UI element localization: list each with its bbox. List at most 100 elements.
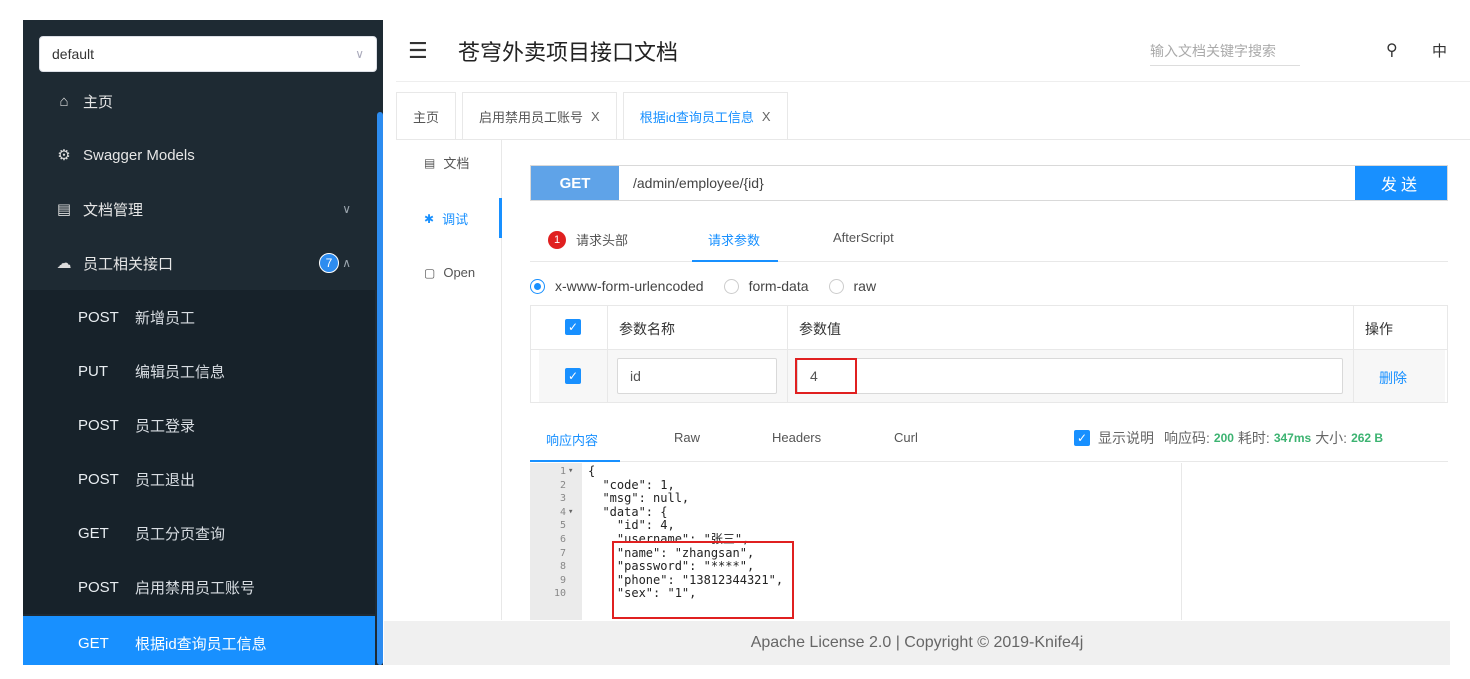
line-number: 6	[559, 534, 566, 545]
endpoint-item[interactable]: POST 员工退出	[23, 452, 375, 506]
send-button[interactable]: 发送	[1355, 166, 1447, 200]
document-icon: ▤	[424, 155, 436, 170]
row-checkbox[interactable]: ✓	[565, 368, 581, 384]
line-number: 3	[559, 493, 566, 505]
sidebar-item-employee-group[interactable]: ☁ 员工相关接口 7 ∧	[23, 236, 375, 290]
select-all-checkbox[interactable]: ✓	[565, 319, 581, 335]
tab-label: 根据id查询员工信息	[639, 110, 754, 125]
size-label: 大小:	[1315, 430, 1348, 446]
tab-label: 请求头部	[576, 233, 629, 248]
http-method: GET	[531, 166, 619, 200]
code-text: "msg": null,	[588, 491, 690, 506]
response-info: ✓ 显示说明 响应码: 200 耗时: 347ms 大小: 262 B	[1074, 428, 1387, 448]
active-indicator	[499, 198, 502, 238]
mode-label: 文档	[443, 156, 470, 171]
mode-debug[interactable]: ✱ 调试	[424, 209, 468, 228]
tab-query-employee[interactable]: 根据id查询员工信息 X	[622, 92, 788, 140]
group-select-value: default	[52, 46, 95, 62]
mode-label: Open	[443, 265, 476, 280]
radio-raw[interactable]	[828, 278, 844, 294]
code-line: 2 "code": 1,	[530, 477, 1181, 492]
status-code: 200	[1213, 431, 1234, 445]
tab-headers[interactable]: Headers	[772, 430, 821, 445]
header: ☰ 苍穹外卖项目接口文档 输入文档关键字搜索 ⚲ 中	[396, 20, 1470, 82]
tab-divider	[396, 139, 1470, 140]
search-input[interactable]: 输入文档关键字搜索	[1150, 36, 1300, 66]
mode-doc[interactable]: ▤ 文档	[424, 153, 469, 172]
cloud-icon: ☁	[56, 255, 72, 272]
mode-open[interactable]: ▢ Open	[424, 265, 475, 280]
code-label: 响应码:	[1164, 430, 1210, 446]
sidebar-item-label: Swagger Models	[83, 146, 195, 164]
tab-curl[interactable]: Curl	[894, 430, 918, 445]
tab-toggle-account[interactable]: 启用禁用员工账号 X	[462, 92, 617, 140]
method-label: PUT	[78, 362, 108, 380]
endpoint-label: 根据id查询员工信息	[135, 635, 267, 653]
footer: Apache License 2.0 | Copyright © 2019-Kn…	[384, 621, 1450, 665]
tab-bar: 主页 启用禁用员工账号 X 根据id查询员工信息 X	[396, 92, 794, 140]
line-number: 4	[559, 506, 566, 518]
response-editor[interactable]: 1 ▾{2 "code": 1, 3 "msg": null, 4 ▾ "data": …	[530, 463, 1182, 620]
sidebar-item-label: 员工相关接口	[83, 255, 174, 273]
tab-label: AfterScript	[833, 230, 894, 245]
endpoint-item[interactable]: POST 新增员工	[23, 290, 375, 344]
code-text: "code": 1,	[588, 477, 675, 492]
show-desc-label: 显示说明	[1098, 430, 1154, 446]
active-tab-underline	[692, 260, 778, 262]
doc-mode-nav: ▤ 文档 ✱ 调试 ▢ Open	[384, 140, 502, 620]
radio-form-data[interactable]	[723, 278, 739, 294]
endpoint-item[interactable]: GET 员工分页查询	[23, 506, 375, 560]
line-number: 7	[559, 547, 566, 559]
line-number: 5	[559, 520, 566, 532]
sidebar-item-home[interactable]: ⌂ 主页	[23, 74, 375, 128]
sidebar-scrollbar[interactable]	[377, 112, 383, 665]
highlight-box	[795, 358, 857, 394]
content-type-group: x-www-form-urlencoded form-data raw	[530, 276, 896, 296]
endpoint-item-active[interactable]: GET 根据id查询员工信息	[23, 616, 375, 665]
method-label: POST	[78, 578, 119, 596]
radio-label: x-www-form-urlencoded	[555, 278, 704, 294]
radio-urlencoded[interactable]	[530, 278, 545, 294]
tab-label: 请求参数	[708, 233, 761, 248]
method-label: GET	[78, 634, 109, 652]
endpoint-label: 员工退出	[135, 471, 196, 489]
fold-toggle-icon[interactable]: ▾	[568, 506, 573, 519]
line-number: 2	[559, 479, 566, 491]
line-number: 1	[559, 466, 566, 477]
param-name-input[interactable]: id	[617, 358, 777, 394]
endpoint-item[interactable]: POST 启用禁用员工账号	[23, 560, 375, 614]
response-size: 262 B	[1351, 431, 1384, 445]
tab-request-headers[interactable]: 1 请求头部	[548, 230, 628, 249]
param-table: ✓ 参数名称 参数值 操作 ✓ id 4 删除	[530, 305, 1448, 403]
column-divider	[607, 306, 608, 402]
code-line: 5 "id": 4,	[530, 519, 1181, 532]
response-time: 347ms	[1273, 431, 1312, 445]
tab-response-content[interactable]: 响应内容	[546, 430, 598, 449]
endpoint-label: 员工分页查询	[135, 525, 226, 543]
sidebar-item-label: 文档管理	[83, 201, 144, 219]
close-icon[interactable]: X	[591, 109, 600, 124]
delete-link[interactable]: 删除	[1379, 368, 1407, 388]
tab-home[interactable]: 主页	[396, 92, 457, 140]
url-input[interactable]: /admin/employee/{id}	[619, 166, 1355, 200]
mode-label: 调试	[442, 212, 469, 227]
code-line: 4 ▾ "data": {	[530, 505, 1181, 519]
chevron-down-icon: ∨	[355, 47, 364, 61]
close-icon[interactable]: X	[762, 109, 771, 124]
search-icon[interactable]: ⚲	[1386, 40, 1398, 60]
sidebar-item-swagger-models[interactable]: ⚙ Swagger Models	[23, 128, 375, 182]
param-value-input[interactable]: 4	[797, 358, 1343, 394]
tab-request-params[interactable]: 请求参数	[708, 230, 760, 249]
show-desc-checkbox[interactable]: ✓	[1074, 430, 1090, 446]
group-select[interactable]: default ∨	[39, 36, 377, 72]
tab-raw[interactable]: Raw	[674, 430, 700, 445]
code-text: {	[588, 464, 596, 478]
request-bar: GET /admin/employee/{id} 发送	[530, 165, 1448, 201]
endpoint-item[interactable]: POST 员工登录	[23, 398, 375, 452]
sidebar-item-doc-manage[interactable]: ▤ 文档管理 ∨	[23, 182, 375, 236]
menu-toggle-icon[interactable]: ☰	[408, 38, 444, 64]
endpoint-item[interactable]: PUT 编辑员工信息	[23, 344, 375, 398]
fold-toggle-icon[interactable]: ▾	[568, 465, 573, 478]
tab-after-script[interactable]: AfterScript	[833, 230, 894, 245]
language-switch[interactable]: 中	[1432, 40, 1447, 61]
